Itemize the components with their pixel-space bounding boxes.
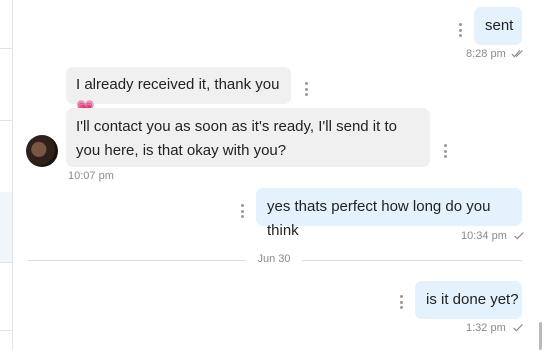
message-more-icon[interactable] — [238, 204, 246, 218]
panel-divider — [0, 120, 12, 121]
check-icon — [512, 324, 523, 332]
message-more-icon[interactable] — [456, 23, 464, 37]
message-time: 1:32 pm — [466, 322, 506, 334]
panel-highlight — [0, 192, 12, 262]
incoming-message[interactable]: I'll contact you as soon as it's ready, … — [66, 108, 430, 167]
double-check-icon — [511, 50, 523, 58]
message-more-icon[interactable] — [302, 82, 310, 96]
message-time: 10:34 pm — [461, 230, 507, 242]
message-meta: 10:34 pm — [461, 230, 526, 242]
message-more-icon[interactable] — [441, 144, 449, 158]
date-divider-line — [28, 260, 246, 261]
scrollbar[interactable] — [539, 322, 542, 350]
message-text: sent — [485, 17, 514, 34]
message-text: yes thats perfect how long do you think — [267, 198, 491, 239]
message-meta: 10:07 pm — [68, 170, 114, 182]
message-more-icon[interactable] — [397, 295, 405, 309]
message-time: 8:28 pm — [466, 48, 506, 60]
panel-divider — [0, 262, 12, 263]
panel-divider — [0, 330, 12, 331]
message-meta: 8:28 pm — [466, 48, 525, 60]
message-text: is it done yet? — [426, 291, 519, 308]
date-divider-line — [302, 260, 522, 261]
check-icon — [514, 232, 524, 240]
outgoing-message[interactable]: is it done yet? — [415, 281, 522, 319]
message-meta: 1:32 pm — [466, 322, 525, 334]
left-panel-edge — [0, 0, 13, 350]
date-divider-label: Jun 30 — [257, 253, 291, 265]
outgoing-message[interactable]: sent — [474, 7, 522, 45]
message-text: I'll contact you as soon as it's ready, … — [76, 118, 397, 159]
outgoing-message[interactable]: yes thats perfect how long do you think — [256, 188, 522, 239]
avatar[interactable] — [26, 135, 58, 167]
message-text: I already received it, thank you — [76, 76, 280, 93]
panel-divider — [0, 48, 12, 49]
message-time: 10:07 pm — [68, 170, 114, 182]
incoming-message[interactable]: I already received it, thank you 💗 — [66, 67, 291, 117]
